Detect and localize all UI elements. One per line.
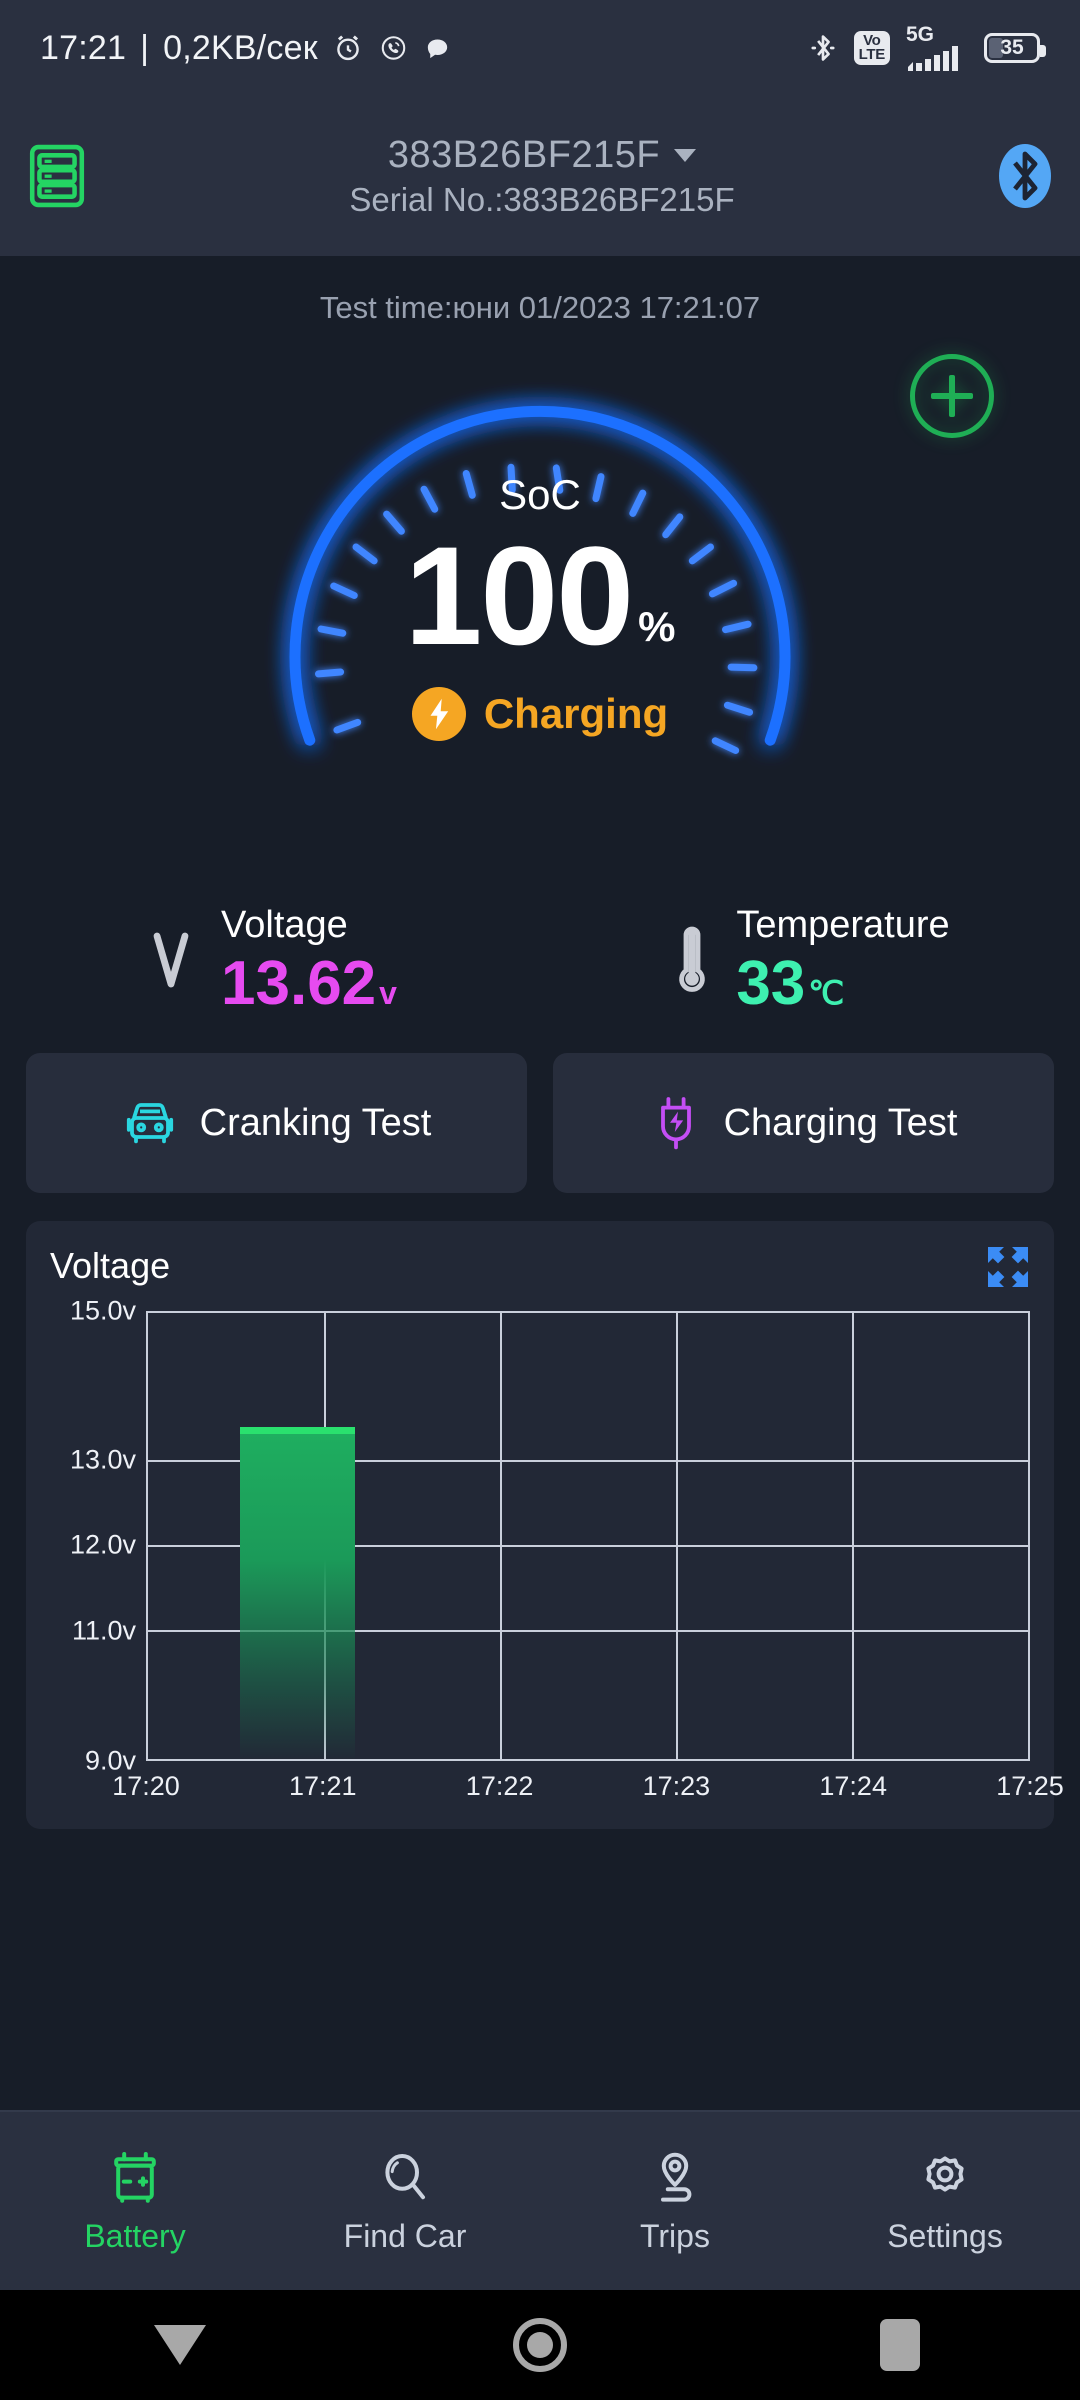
voltage-value-row: 13.62 v bbox=[221, 949, 397, 1019]
temperature-label: Temperature bbox=[736, 904, 950, 946]
records-list-icon[interactable] bbox=[26, 140, 88, 212]
temperature-unit: ℃ bbox=[808, 975, 845, 1011]
chart-x-tick: 17:22 bbox=[465, 1771, 534, 1801]
metrics-row: Voltage 13.62 v Temperature 33 ℃ bbox=[0, 904, 1080, 1019]
car-front-icon bbox=[122, 1095, 178, 1151]
bluetooth-icon bbox=[808, 31, 838, 65]
gear-icon bbox=[917, 2148, 973, 2206]
chart-x-tick: 17:25 bbox=[996, 1771, 1064, 1801]
battery-icon bbox=[107, 2148, 163, 2206]
chart-series-voltage bbox=[240, 1426, 355, 1759]
chart-x-tick: 17:23 bbox=[642, 1771, 711, 1801]
alarm-clock-icon bbox=[332, 32, 364, 64]
bluetooth-connected-icon[interactable] bbox=[996, 140, 1054, 212]
chart-gridline-vertical bbox=[500, 1313, 502, 1759]
location-pin-icon bbox=[647, 2148, 703, 2206]
bottom-navigation-bar: Battery Find Car Trips Settings bbox=[0, 2110, 1080, 2290]
plus-circle-button[interactable] bbox=[910, 354, 994, 438]
voltage-icon bbox=[143, 922, 199, 1002]
battery-percent-text: 35 bbox=[1000, 36, 1024, 59]
chart-title: Voltage bbox=[50, 1245, 171, 1286]
gauge-metric-label: SoC bbox=[499, 471, 581, 518]
chart-y-tick: 11.0v bbox=[71, 1615, 136, 1645]
volte-bottom-text: LTE bbox=[858, 46, 886, 63]
charging-test-button[interactable]: Charging Test bbox=[553, 1053, 1054, 1193]
voltage-metric: Voltage 13.62 v bbox=[0, 904, 540, 1019]
temperature-text: Temperature 33 ℃ bbox=[736, 904, 949, 1019]
status-data-rate: 0,2KB/сек bbox=[163, 28, 318, 67]
signal-bars-icon: 5G bbox=[906, 23, 968, 71]
test-buttons-row: Cranking Test Charging Test bbox=[0, 1053, 1080, 1193]
temperature-value-row: 33 ℃ bbox=[736, 949, 949, 1019]
chart-y-tick: 15.0v bbox=[69, 1295, 136, 1326]
status-separator: | bbox=[140, 28, 150, 67]
device-name-label: 383B26BF215F bbox=[387, 133, 661, 176]
status-clock: 17:21 bbox=[40, 28, 127, 67]
charging-status-label: Charging bbox=[483, 690, 669, 737]
volte-badge-icon: Vo LTE bbox=[853, 31, 890, 65]
thermometer-icon bbox=[670, 922, 714, 1002]
chart-x-tick: 17:20 bbox=[112, 1771, 180, 1801]
back-triangle-icon[interactable] bbox=[120, 2290, 240, 2400]
device-serial-label: Serial No.:383B26BF215F bbox=[349, 180, 735, 218]
chart-x-axis: 17:20 17:21 17:22 17:23 17:24 17:25 bbox=[112, 1771, 1064, 1811]
android-navigation-bar bbox=[0, 2290, 1080, 2400]
network-generation-label: 5G bbox=[906, 23, 935, 46]
chart-series-fill bbox=[240, 1426, 355, 1759]
nav-label-find-car: Find Car bbox=[343, 2217, 467, 2254]
chart-plot-region: 15.0v 13.0v 12.0v 11.0v 9.0v 17:20 17:21 17:22… bbox=[50, 1296, 1064, 1811]
search-car-icon bbox=[377, 2148, 433, 2206]
chart-x-tick: 17:21 bbox=[289, 1771, 357, 1801]
lightning-bolt-icon bbox=[411, 687, 466, 741]
test-time-label: Test time:юни 01/2023 17:21:07 bbox=[319, 290, 761, 325]
nav-label-settings: Settings bbox=[887, 2217, 1003, 2254]
voltage-chart-card: Voltage 15.0v 13.0v 12.0v 11.0v 9.0v 17:… bbox=[26, 1221, 1064, 1829]
voltage-text: Voltage 13.62 v bbox=[221, 904, 397, 1019]
voltage-unit: v bbox=[379, 975, 397, 1011]
nav-item-trips[interactable]: Trips bbox=[540, 2148, 810, 2255]
chart-y-axis: 15.0v 13.0v 12.0v 11.0v 9.0v bbox=[50, 1296, 142, 1776]
voltage-value: 13.62 bbox=[221, 949, 377, 1018]
chart-gridline-vertical bbox=[676, 1313, 678, 1759]
chart-y-tick: 12.0v bbox=[69, 1529, 136, 1560]
chart-plot-area bbox=[146, 1311, 1030, 1761]
status-bar-right: Vo LTE 5G 35 bbox=[808, 23, 1046, 71]
temperature-metric: Temperature 33 ℃ bbox=[540, 904, 1080, 1019]
nav-label-battery: Battery bbox=[84, 2217, 186, 2254]
nav-item-battery[interactable]: Battery bbox=[0, 2148, 270, 2255]
message-bubble-icon bbox=[423, 34, 452, 63]
status-bar-left: 17:21 | 0,2KB/сек bbox=[40, 29, 452, 68]
nav-item-settings[interactable]: Settings bbox=[810, 2148, 1080, 2255]
main-content: Test time:юни 01/2023 17:21:07 SoC 100 %… bbox=[0, 256, 1080, 2110]
device-selector[interactable]: 383B26BF215F Serial No.:383B26BF215F bbox=[88, 134, 996, 219]
charging-test-label: Charging Test bbox=[723, 1101, 958, 1144]
nav-item-find-car[interactable]: Find Car bbox=[270, 2148, 540, 2255]
app-header-bar: 383B26BF215F Serial No.:383B26BF215F bbox=[0, 96, 1080, 256]
cranking-test-label: Cranking Test bbox=[199, 1101, 432, 1144]
gauge-unit: % bbox=[638, 603, 676, 650]
soc-gauge: SoC 100 % Charging bbox=[0, 336, 1080, 896]
chart-gridline-vertical bbox=[852, 1313, 854, 1759]
home-circle-icon[interactable] bbox=[480, 2290, 600, 2400]
app-root: 17:21 | 0,2KB/сек Vo LTE 5G 35 383B26BF2… bbox=[0, 0, 1080, 2400]
gauge-value: 100 bbox=[404, 517, 635, 674]
chevron-down-icon[interactable] bbox=[674, 148, 697, 162]
power-plug-icon bbox=[650, 1094, 702, 1152]
cranking-test-button[interactable]: Cranking Test bbox=[26, 1053, 527, 1193]
gauge-value-row: 100 % bbox=[404, 517, 676, 674]
viber-icon bbox=[378, 33, 409, 64]
chart-y-tick: 13.0v bbox=[69, 1444, 136, 1474]
nav-label-trips: Trips bbox=[640, 2217, 710, 2254]
chart-series-line bbox=[240, 1426, 355, 1434]
temperature-value: 33 bbox=[736, 949, 806, 1018]
chart-x-tick: 17:24 bbox=[819, 1771, 887, 1801]
system-status-bar: 17:21 | 0,2KB/сек Vo LTE 5G 35 bbox=[0, 0, 1080, 96]
expand-fullscreen-icon[interactable] bbox=[986, 1245, 1030, 1289]
recents-square-icon[interactable] bbox=[840, 2290, 960, 2400]
device-name-row[interactable]: 383B26BF215F bbox=[387, 133, 697, 177]
voltage-label: Voltage bbox=[221, 904, 348, 946]
battery-status-icon: 35 bbox=[984, 33, 1046, 63]
charging-status: Charging bbox=[411, 687, 669, 741]
chart-header: Voltage bbox=[50, 1245, 1030, 1289]
